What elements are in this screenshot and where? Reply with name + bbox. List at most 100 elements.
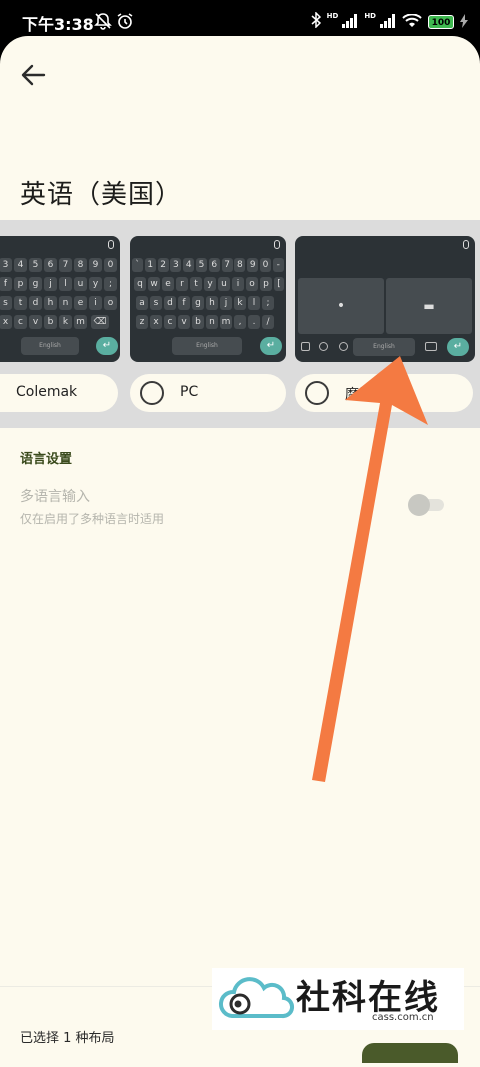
letter-key: w — [148, 277, 160, 291]
letter-key: l — [248, 296, 260, 310]
letter-key: h — [44, 296, 57, 310]
layout-option-label: PC — [180, 384, 199, 400]
radio-button[interactable] — [140, 381, 164, 405]
number-key: 2 — [157, 258, 169, 272]
number-key: 7 — [221, 258, 233, 272]
letter-key: ; — [262, 296, 274, 310]
letter-key: y — [204, 277, 216, 291]
keyboard-preview-colemak[interactable]: 3 4 5 6 7 8 9 0 f p g j l u y; s t d h n e i o x c v b k m ⌫ English ↵ — [0, 236, 120, 362]
letter-key: . — [248, 315, 260, 329]
layout-option-colemak[interactable]: Colemak — [0, 374, 118, 412]
done-button[interactable] — [362, 1043, 458, 1063]
signal-icon — [380, 13, 396, 32]
letter-key: m — [74, 315, 87, 329]
letter-key: y — [89, 277, 102, 291]
radio-button[interactable] — [305, 381, 329, 405]
enter-key: ↵ — [260, 337, 282, 355]
number-key: 8 — [74, 258, 87, 272]
wifi-icon — [402, 12, 422, 32]
letter-key: z — [136, 315, 148, 329]
number-key: 8 — [234, 258, 246, 272]
number-key: - — [272, 258, 284, 272]
battery-icon: 100 — [428, 15, 454, 29]
letter-key: b — [44, 315, 57, 329]
mic-icon — [463, 240, 469, 249]
hd-badge: HD — [326, 12, 339, 20]
letter-key: c — [164, 315, 176, 329]
letter-key: g — [192, 296, 204, 310]
status-icons: HD HD 100 — [311, 11, 468, 32]
number-key: 5 — [196, 258, 207, 272]
mute-icon — [94, 12, 112, 34]
letter-key: t — [190, 277, 202, 291]
multilang-toggle[interactable] — [408, 494, 446, 516]
back-button[interactable] — [18, 60, 52, 90]
setting-subtitle: 仅在启用了多种语言时适用 — [20, 512, 165, 526]
letter-key: d — [164, 296, 176, 310]
help-icon — [319, 342, 328, 351]
watermark-sub: cass.com.cn — [372, 1012, 434, 1023]
mic-icon — [108, 240, 114, 249]
letter-key: , — [234, 315, 246, 329]
letter-key: / — [262, 315, 274, 329]
letter-key: v — [178, 315, 190, 329]
number-key: 0 — [260, 258, 271, 272]
shift-icon — [301, 342, 310, 351]
number-key: ` — [132, 258, 143, 272]
layout-option-pc[interactable]: PC — [130, 374, 286, 412]
layout-option-label: 摩斯 — [345, 387, 373, 403]
letter-key: u — [74, 277, 87, 291]
mic-icon — [274, 240, 280, 249]
number-key: 4 — [14, 258, 27, 272]
layout-settings-page: 英语（美国） 3 4 5 6 7 8 9 0 f p g j l u y; s t d h n e i o x c v b k m ⌫ En… — [0, 36, 480, 1067]
letter-key: d — [29, 296, 42, 310]
multilang-input-setting[interactable]: 多语言输入 仅在启用了多种语言时适用 — [0, 480, 480, 530]
number-key: 4 — [183, 258, 195, 272]
arrow-left-icon — [21, 64, 46, 86]
letter-key: m — [220, 315, 232, 329]
letter-key: p — [260, 277, 272, 291]
letter-key: v — [29, 315, 42, 329]
number-key: 3 — [0, 258, 12, 272]
letter-key: j — [220, 296, 232, 310]
letter-key: g — [29, 277, 42, 291]
page-title: 英语（美国） — [20, 180, 183, 210]
setting-title: 多语言输入 — [20, 489, 90, 505]
number-key: 7 — [59, 258, 72, 272]
keyboard-preview-morse[interactable]: • ▬ English ↵ — [295, 236, 475, 362]
charging-icon — [460, 13, 468, 32]
letter-key: k — [59, 315, 72, 329]
spacebar: English — [353, 338, 415, 356]
backspace-icon — [425, 342, 437, 351]
letter-key: p — [14, 277, 27, 291]
globe-icon — [339, 342, 348, 351]
number-key: 5 — [29, 258, 42, 272]
letter-key: ; — [104, 277, 117, 291]
alarm-icon — [116, 12, 134, 34]
letter-key: o — [246, 277, 258, 291]
letter-key: h — [206, 296, 218, 310]
number-key: 0 — [104, 258, 117, 272]
letter-key: a — [136, 296, 148, 310]
letter-key: c — [14, 315, 27, 329]
layout-option-label: Colemak — [16, 384, 78, 400]
letter-key: o — [104, 296, 117, 310]
enter-key: ↵ — [447, 338, 469, 356]
letter-key: n — [59, 296, 72, 310]
keyboard-preview-pc[interactable]: ` 1 2 3 4 5 6 7 8 9 0- q w e r t y u i o p[a s d f g h j k l; z x c v b n m… — [130, 236, 286, 362]
number-key: 1 — [144, 258, 156, 272]
letter-key: s — [150, 296, 162, 310]
signal-icon — [342, 13, 358, 32]
layout-option-morse[interactable]: 摩斯 — [295, 374, 473, 412]
letter-key: j — [44, 277, 57, 291]
spacebar: English — [21, 337, 79, 355]
letter-key: l — [59, 277, 72, 291]
enter-key: ↵ — [96, 337, 118, 355]
letter-key: s — [0, 296, 12, 310]
letter-key: e — [162, 277, 174, 291]
letter-key: i — [89, 296, 102, 310]
bluetooth-icon — [311, 11, 321, 32]
letter-key: n — [206, 315, 218, 329]
letter-key: t — [14, 296, 27, 310]
layout-carousel[interactable]: 3 4 5 6 7 8 9 0 f p g j l u y; s t d h n e i o x c v b k m ⌫ English ↵ … — [0, 220, 480, 428]
